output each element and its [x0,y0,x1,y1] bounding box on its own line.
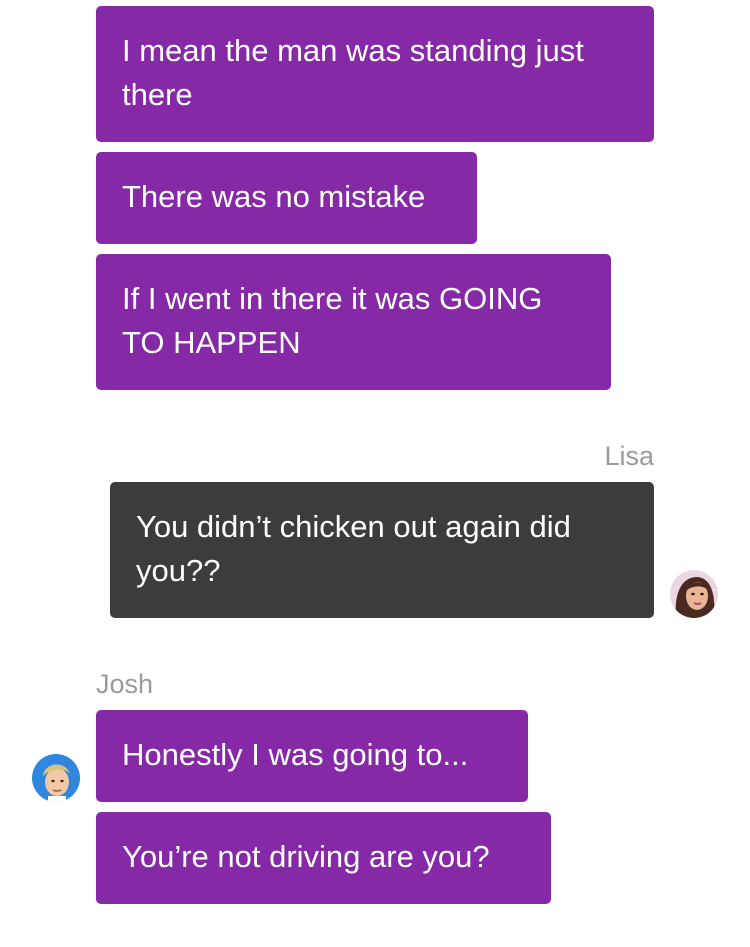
message-bubble[interactable]: You’re not driving are you? [96,812,551,904]
sender-name-lisa: Lisa [604,441,654,471]
message-text: If I went in there it was GOING TO HAPPE… [122,281,543,360]
josh-avatar-icon[interactable] [32,754,80,802]
message-bubble[interactable]: Honestly I was going to... [96,710,528,802]
message-text: You’re not driving are you? [122,839,490,874]
message-bubble[interactable]: You didn’t chicken out again did you?? [110,482,654,618]
message-bubble[interactable]: There was no mistake [96,152,477,244]
message-bubble[interactable]: If I went in there it was GOING TO HAPPE… [96,254,611,390]
message-text: I mean the man was standing just there [122,33,584,112]
sender-name-josh: Josh [96,669,154,699]
message-bubble[interactable]: I mean the man was standing just there [96,6,654,142]
message-text: There was no mistake [122,179,426,214]
message-text: You didn’t chicken out again did you?? [136,509,571,588]
message-text: Honestly I was going to... [122,737,469,772]
lisa-avatar-icon[interactable] [670,570,718,618]
